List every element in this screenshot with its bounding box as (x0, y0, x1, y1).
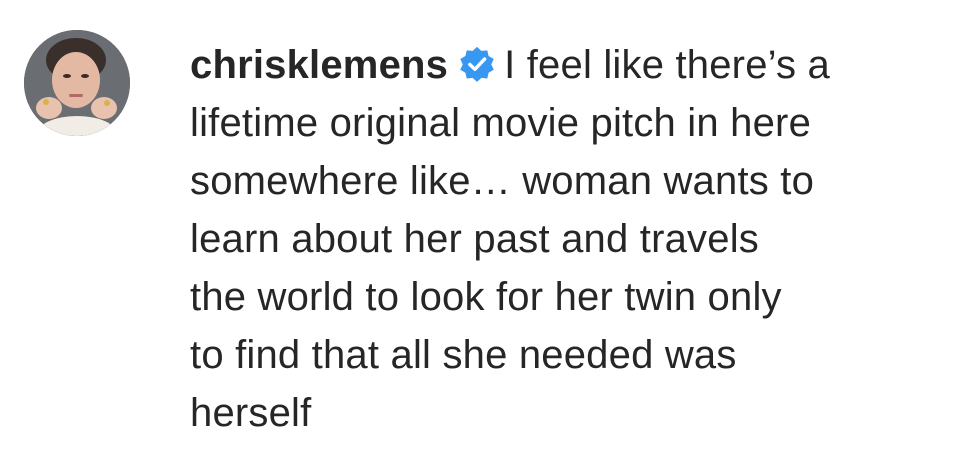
comment-line: herself (190, 391, 312, 435)
verified-badge-icon (460, 46, 494, 82)
avatar[interactable] (24, 30, 130, 136)
comment-line: chrisklemens I feel like there’s a (190, 36, 960, 94)
comment-line: lifetime original movie pitch in here (190, 101, 812, 145)
comment-text: chrisklemens I feel like there’s a lifeti… (190, 36, 960, 442)
username-link[interactable]: chrisklemens (190, 43, 448, 87)
avatar-image (24, 30, 130, 136)
comment-line-text: I feel like there’s a (504, 43, 830, 87)
comment-line: to find that all she needed was (190, 333, 737, 377)
comment-item: chrisklemens I feel like there’s a lifeti… (0, 0, 980, 470)
comment-line: somewhere like… woman wants to (190, 159, 815, 203)
comment-line: learn about her past and travels (190, 217, 759, 261)
comment-line: the world to look for her twin only (190, 275, 782, 319)
